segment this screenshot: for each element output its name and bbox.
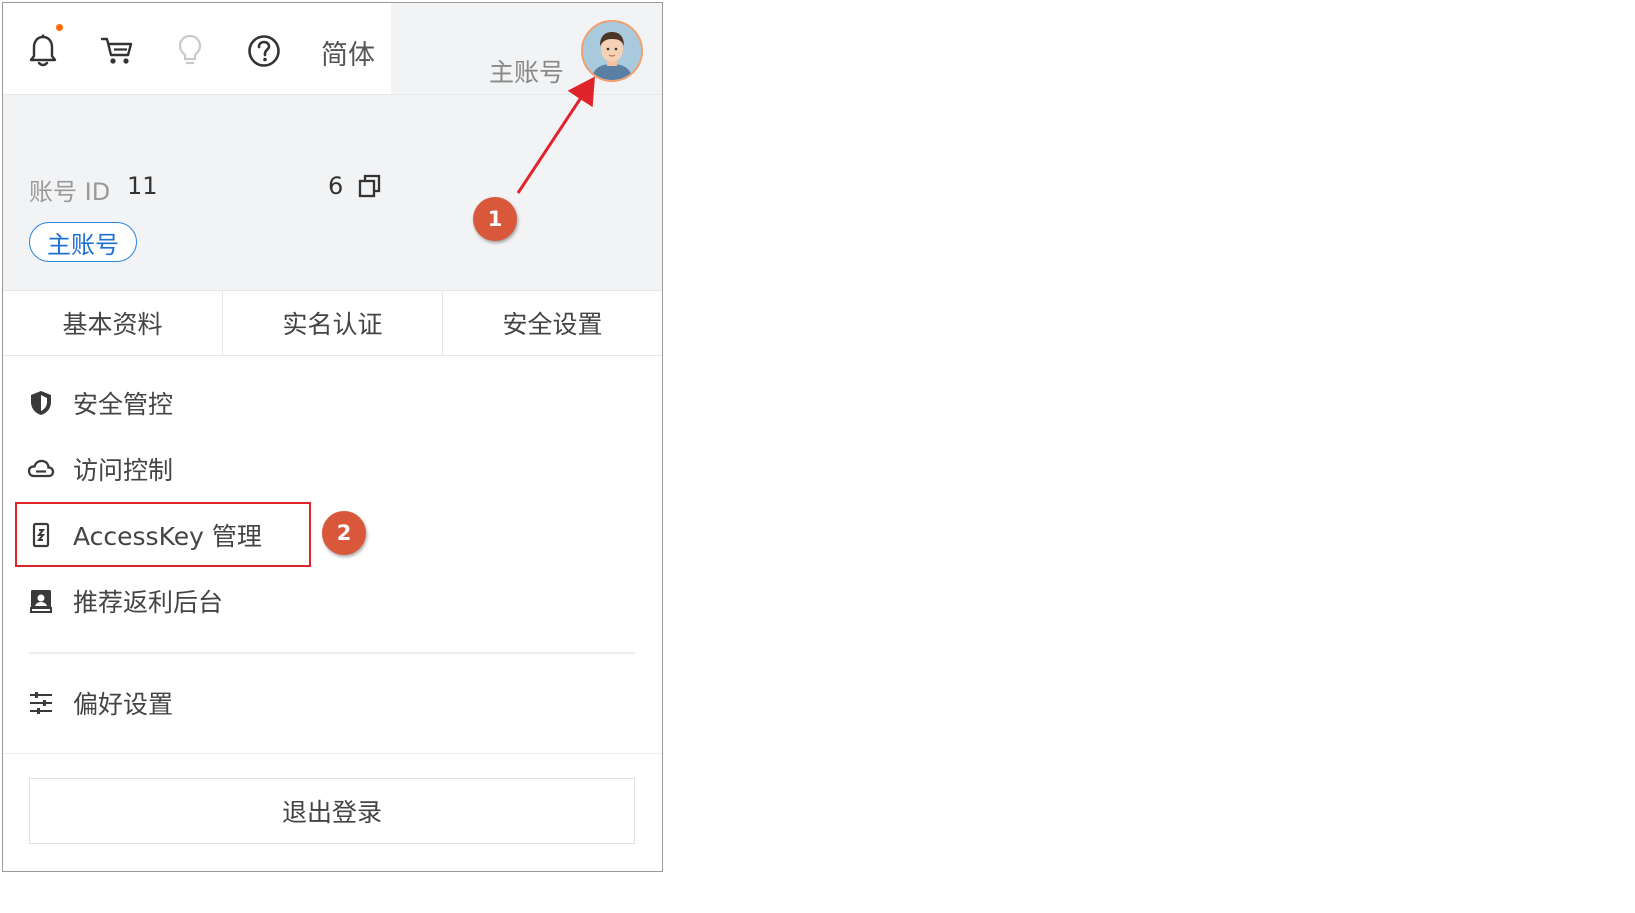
avatar[interactable] xyxy=(581,20,643,82)
account-id-label: 账号 ID xyxy=(29,178,111,206)
menu-item-label: 偏好设置 xyxy=(73,690,174,719)
account-type-label: 主账号 xyxy=(489,58,565,87)
lightbulb-icon[interactable] xyxy=(170,31,210,71)
menu-item-label: 安全管控 xyxy=(73,390,174,419)
bell-icon[interactable] xyxy=(23,31,63,71)
tab-security-settings[interactable]: 安全设置 xyxy=(443,291,662,355)
copy-icon[interactable] xyxy=(357,173,383,199)
step-2-marker: 2 xyxy=(322,511,366,555)
step-1-marker: 1 xyxy=(473,197,517,241)
menu-item-label: 访问控制 xyxy=(73,456,174,485)
main-account-badge: 主账号 xyxy=(29,222,137,262)
menu-item-access-control[interactable]: 访问控制 xyxy=(27,449,173,489)
cloud-icon xyxy=(27,455,55,483)
sliders-icon xyxy=(27,689,55,717)
menu-item-security-control[interactable]: 安全管控 xyxy=(27,383,173,423)
account-tabs: 基本资料 实名认证 安全设置 xyxy=(3,290,662,356)
menu-item-referral-rebate[interactable]: 推荐返利后台 xyxy=(27,581,223,621)
account-dropdown-panel: 简体 主账号 账号 ID 11 6 主账号 基本资料 实名认证 安全设置 安全管… xyxy=(2,2,663,872)
rebate-icon xyxy=(27,587,55,615)
footer-divider xyxy=(3,753,662,754)
cart-icon[interactable] xyxy=(97,31,137,71)
tab-real-name-verification[interactable]: 实名认证 xyxy=(223,291,443,355)
top-bar: 简体 主账号 xyxy=(3,3,662,95)
help-icon[interactable] xyxy=(244,31,284,71)
shield-icon xyxy=(27,389,55,417)
account-id-value: 11 xyxy=(127,172,158,200)
highlight-box xyxy=(15,502,311,567)
menu-item-preferences[interactable]: 偏好设置 xyxy=(27,683,173,723)
account-info: 账号 ID 11 6 主账号 xyxy=(3,95,662,290)
menu-divider xyxy=(29,652,635,654)
menu-item-label: 推荐返利后台 xyxy=(73,588,224,617)
notification-dot xyxy=(56,24,63,31)
logout-button[interactable]: 退出登录 xyxy=(29,778,635,844)
language-switch[interactable]: 简体 xyxy=(321,33,375,72)
tab-basic-info[interactable]: 基本资料 xyxy=(3,291,223,355)
account-id-value-tail: 6 xyxy=(328,172,344,200)
